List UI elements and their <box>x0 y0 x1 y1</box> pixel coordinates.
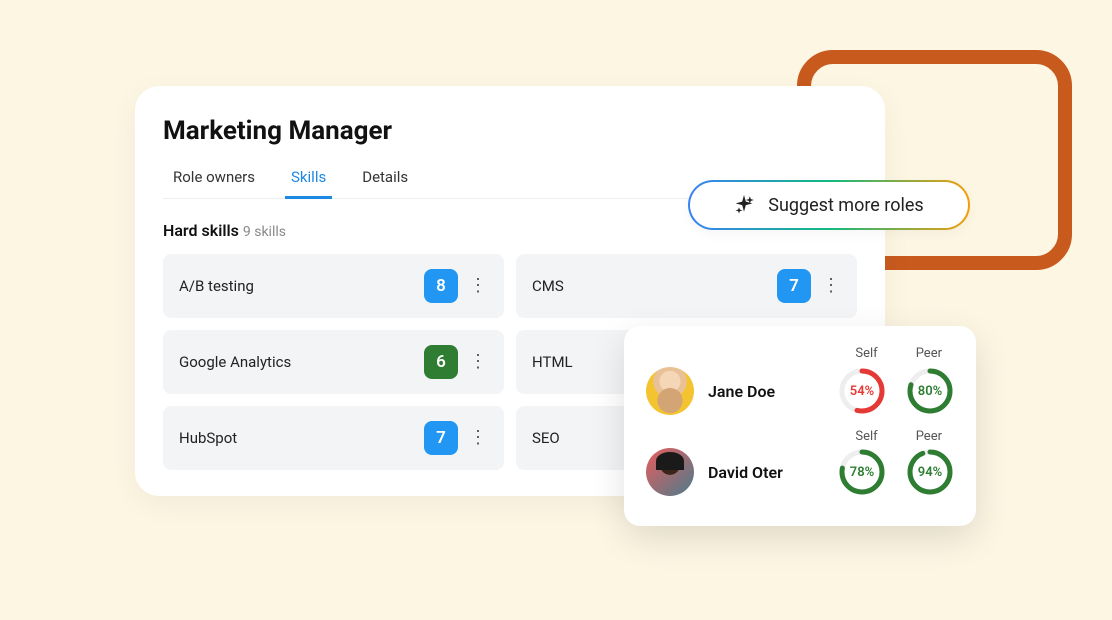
peer-pct: 94% <box>906 448 954 496</box>
person-row[interactable]: David Oter 78% 94% <box>646 448 954 496</box>
avatar <box>646 367 694 415</box>
more-icon[interactable]: ⋮ <box>821 277 841 295</box>
col-self: Self <box>855 346 877 361</box>
skill-score: 6 <box>424 345 458 379</box>
more-icon[interactable]: ⋮ <box>468 353 488 371</box>
section-count: 9 skills <box>243 224 286 240</box>
suggest-more-roles-button[interactable]: Suggest more roles <box>688 180 970 230</box>
score-rings: 78% 94% <box>838 448 954 496</box>
more-icon[interactable]: ⋮ <box>468 277 488 295</box>
skill-name: A/B testing <box>179 277 424 295</box>
col-peer: Peer <box>916 346 942 361</box>
person-name: David Oter <box>708 463 838 482</box>
person-row[interactable]: Jane Doe 54% 80% <box>646 367 954 415</box>
page-title: Marketing Manager <box>163 116 857 146</box>
more-icon[interactable]: ⋮ <box>468 429 488 447</box>
people-card: Self Peer Jane Doe 54% 80% Self <box>624 326 976 526</box>
skill-name: Google Analytics <box>179 353 424 371</box>
skill-item[interactable]: A/B testing 8 ⋮ <box>163 254 504 318</box>
self-pct: 78% <box>838 448 886 496</box>
skill-name: CMS <box>532 277 777 295</box>
skill-item[interactable]: CMS 7 ⋮ <box>516 254 857 318</box>
skill-item[interactable]: Google Analytics 6 ⋮ <box>163 330 504 394</box>
skill-score: 7 <box>777 269 811 303</box>
tab-skills[interactable]: Skills <box>291 168 326 198</box>
peer-ring: 94% <box>906 448 954 496</box>
score-rings: 54% 80% <box>838 367 954 415</box>
peer-pct: 80% <box>906 367 954 415</box>
section-label: Hard skills <box>163 221 239 240</box>
column-headers: Self Peer <box>646 429 954 444</box>
col-peer: Peer <box>916 429 942 444</box>
self-pct: 54% <box>838 367 886 415</box>
skill-score: 8 <box>424 269 458 303</box>
skill-name: HubSpot <box>179 429 424 447</box>
column-headers: Self Peer <box>646 346 954 361</box>
skill-item[interactable]: HubSpot 7 ⋮ <box>163 406 504 470</box>
person-name: Jane Doe <box>708 382 838 401</box>
self-ring: 78% <box>838 448 886 496</box>
tab-details[interactable]: Details <box>362 168 408 198</box>
peer-ring: 80% <box>906 367 954 415</box>
avatar <box>646 448 694 496</box>
sparkle-icon <box>734 195 754 215</box>
suggest-label: Suggest more roles <box>768 195 923 216</box>
tab-role-owners[interactable]: Role owners <box>173 168 255 198</box>
col-self: Self <box>855 429 877 444</box>
skill-score: 7 <box>424 421 458 455</box>
self-ring: 54% <box>838 367 886 415</box>
